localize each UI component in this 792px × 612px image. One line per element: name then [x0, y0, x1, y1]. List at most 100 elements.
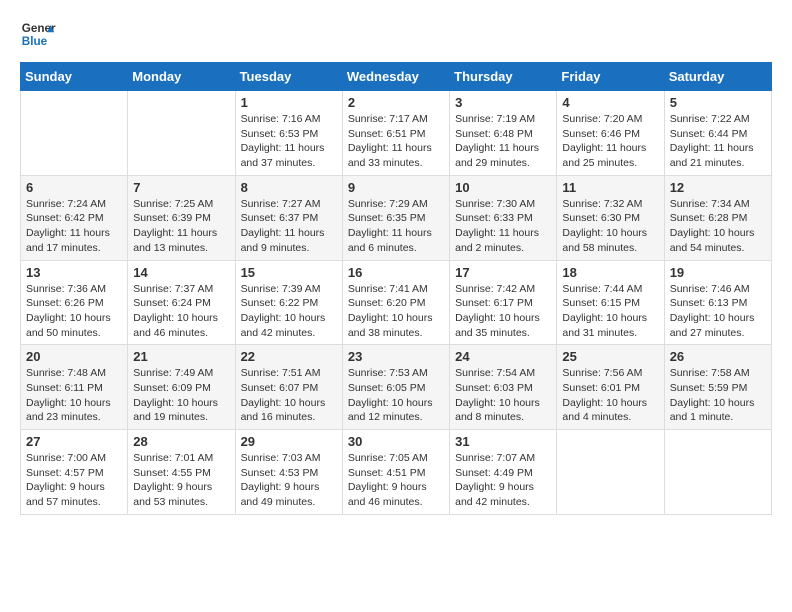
calendar-cell: 28 Sunrise: 7:01 AMSunset: 4:55 PMDayligh…: [128, 430, 235, 515]
day-number: 29: [241, 434, 337, 449]
weekday-header-row: SundayMondayTuesdayWednesdayThursdayFrid…: [21, 63, 772, 91]
day-number: 22: [241, 349, 337, 364]
day-info: Sunrise: 7:00 AMSunset: 4:57 PMDaylight:…: [26, 451, 122, 510]
day-info: Sunrise: 7:56 AMSunset: 6:01 PMDaylight:…: [562, 366, 658, 425]
day-info: Sunrise: 7:49 AMSunset: 6:09 PMDaylight:…: [133, 366, 229, 425]
calendar-cell: 15 Sunrise: 7:39 AMSunset: 6:22 PMDayligh…: [235, 260, 342, 345]
day-number: 11: [562, 180, 658, 195]
day-number: 26: [670, 349, 766, 364]
calendar-table: SundayMondayTuesdayWednesdayThursdayFrid…: [20, 62, 772, 515]
calendar-cell: 10 Sunrise: 7:30 AMSunset: 6:33 PMDayligh…: [450, 175, 557, 260]
calendar-cell: 26 Sunrise: 7:58 AMSunset: 5:59 PMDayligh…: [664, 345, 771, 430]
calendar-cell: 31 Sunrise: 7:07 AMSunset: 4:49 PMDayligh…: [450, 430, 557, 515]
day-number: 17: [455, 265, 551, 280]
day-info: Sunrise: 7:46 AMSunset: 6:13 PMDaylight:…: [670, 282, 766, 341]
calendar-week-row: 6 Sunrise: 7:24 AMSunset: 6:42 PMDaylight…: [21, 175, 772, 260]
day-info: Sunrise: 7:54 AMSunset: 6:03 PMDaylight:…: [455, 366, 551, 425]
calendar-cell: 19 Sunrise: 7:46 AMSunset: 6:13 PMDayligh…: [664, 260, 771, 345]
calendar-cell: 27 Sunrise: 7:00 AMSunset: 4:57 PMDayligh…: [21, 430, 128, 515]
day-info: Sunrise: 7:39 AMSunset: 6:22 PMDaylight:…: [241, 282, 337, 341]
weekday-header-wednesday: Wednesday: [342, 63, 449, 91]
day-number: 18: [562, 265, 658, 280]
calendar-cell: 12 Sunrise: 7:34 AMSunset: 6:28 PMDayligh…: [664, 175, 771, 260]
calendar-cell: [128, 91, 235, 176]
day-info: Sunrise: 7:29 AMSunset: 6:35 PMDaylight:…: [348, 197, 444, 256]
day-number: 1: [241, 95, 337, 110]
day-number: 5: [670, 95, 766, 110]
calendar-cell: [557, 430, 664, 515]
day-info: Sunrise: 7:24 AMSunset: 6:42 PMDaylight:…: [26, 197, 122, 256]
calendar-cell: 7 Sunrise: 7:25 AMSunset: 6:39 PMDaylight…: [128, 175, 235, 260]
weekday-header-tuesday: Tuesday: [235, 63, 342, 91]
day-info: Sunrise: 7:16 AMSunset: 6:53 PMDaylight:…: [241, 112, 337, 171]
day-number: 8: [241, 180, 337, 195]
header: General Blue: [20, 16, 772, 52]
day-info: Sunrise: 7:17 AMSunset: 6:51 PMDaylight:…: [348, 112, 444, 171]
day-number: 28: [133, 434, 229, 449]
calendar-cell: 9 Sunrise: 7:29 AMSunset: 6:35 PMDaylight…: [342, 175, 449, 260]
calendar-week-row: 1 Sunrise: 7:16 AMSunset: 6:53 PMDaylight…: [21, 91, 772, 176]
calendar-cell: 18 Sunrise: 7:44 AMSunset: 6:15 PMDayligh…: [557, 260, 664, 345]
weekday-header-friday: Friday: [557, 63, 664, 91]
day-info: Sunrise: 7:32 AMSunset: 6:30 PMDaylight:…: [562, 197, 658, 256]
day-number: 21: [133, 349, 229, 364]
day-info: Sunrise: 7:30 AMSunset: 6:33 PMDaylight:…: [455, 197, 551, 256]
calendar-cell: 20Sunrise: 7:48 AMSunset: 6:11 PMDayligh…: [21, 345, 128, 430]
day-number: 19: [670, 265, 766, 280]
svg-text:Blue: Blue: [22, 35, 48, 48]
weekday-header-saturday: Saturday: [664, 63, 771, 91]
day-number: 2: [348, 95, 444, 110]
day-number: 12: [670, 180, 766, 195]
day-info: Sunrise: 7:37 AMSunset: 6:24 PMDaylight:…: [133, 282, 229, 341]
calendar-cell: 16 Sunrise: 7:41 AMSunset: 6:20 PMDayligh…: [342, 260, 449, 345]
day-number: 10: [455, 180, 551, 195]
day-info: Sunrise: 7:27 AMSunset: 6:37 PMDaylight:…: [241, 197, 337, 256]
day-number: 4: [562, 95, 658, 110]
calendar-cell: [21, 91, 128, 176]
day-number: 7: [133, 180, 229, 195]
day-info: Sunrise: 7:25 AMSunset: 6:39 PMDaylight:…: [133, 197, 229, 256]
calendar-cell: 2 Sunrise: 7:17 AMSunset: 6:51 PMDaylight…: [342, 91, 449, 176]
day-info: Sunrise: 7:05 AMSunset: 4:51 PMDaylight:…: [348, 451, 444, 510]
calendar-cell: 6 Sunrise: 7:24 AMSunset: 6:42 PMDaylight…: [21, 175, 128, 260]
calendar-cell: 13Sunrise: 7:36 AMSunset: 6:26 PMDayligh…: [21, 260, 128, 345]
calendar-week-row: 20Sunrise: 7:48 AMSunset: 6:11 PMDayligh…: [21, 345, 772, 430]
calendar-week-row: 13Sunrise: 7:36 AMSunset: 6:26 PMDayligh…: [21, 260, 772, 345]
day-info: Sunrise: 7:41 AMSunset: 6:20 PMDaylight:…: [348, 282, 444, 341]
day-number: 15: [241, 265, 337, 280]
day-number: 9: [348, 180, 444, 195]
day-info: Sunrise: 7:44 AMSunset: 6:15 PMDaylight:…: [562, 282, 658, 341]
day-info: Sunrise: 7:36 AMSunset: 6:26 PMDaylight:…: [26, 282, 122, 341]
calendar-cell: 23Sunrise: 7:53 AMSunset: 6:05 PMDayligh…: [342, 345, 449, 430]
day-info: Sunrise: 7:51 AMSunset: 6:07 PMDaylight:…: [241, 366, 337, 425]
day-number: 27: [26, 434, 122, 449]
day-info: Sunrise: 7:01 AMSunset: 4:55 PMDaylight:…: [133, 451, 229, 510]
calendar-cell: 24 Sunrise: 7:54 AMSunset: 6:03 PMDayligh…: [450, 345, 557, 430]
calendar-cell: 4 Sunrise: 7:20 AMSunset: 6:46 PMDaylight…: [557, 91, 664, 176]
day-info: Sunrise: 7:19 AMSunset: 6:48 PMDaylight:…: [455, 112, 551, 171]
day-info: Sunrise: 7:48 AMSunset: 6:11 PMDaylight:…: [26, 366, 122, 425]
day-number: 6: [26, 180, 122, 195]
day-number: 31: [455, 434, 551, 449]
day-info: Sunrise: 7:34 AMSunset: 6:28 PMDaylight:…: [670, 197, 766, 256]
day-info: Sunrise: 7:20 AMSunset: 6:46 PMDaylight:…: [562, 112, 658, 171]
weekday-header-sunday: Sunday: [21, 63, 128, 91]
calendar-cell: 14 Sunrise: 7:37 AMSunset: 6:24 PMDayligh…: [128, 260, 235, 345]
day-number: 14: [133, 265, 229, 280]
calendar-cell: 1 Sunrise: 7:16 AMSunset: 6:53 PMDaylight…: [235, 91, 342, 176]
calendar-cell: [664, 430, 771, 515]
logo-icon: General Blue: [20, 16, 56, 52]
calendar-cell: 8 Sunrise: 7:27 AMSunset: 6:37 PMDaylight…: [235, 175, 342, 260]
calendar-cell: 11 Sunrise: 7:32 AMSunset: 6:30 PMDayligh…: [557, 175, 664, 260]
day-number: 23: [348, 349, 444, 364]
day-info: Sunrise: 7:07 AMSunset: 4:49 PMDaylight:…: [455, 451, 551, 510]
day-number: 30: [348, 434, 444, 449]
calendar-cell: 29Sunrise: 7:03 AMSunset: 4:53 PMDayligh…: [235, 430, 342, 515]
day-info: Sunrise: 7:58 AMSunset: 5:59 PMDaylight:…: [670, 366, 766, 425]
calendar-cell: 17Sunrise: 7:42 AMSunset: 6:17 PMDayligh…: [450, 260, 557, 345]
weekday-header-monday: Monday: [128, 63, 235, 91]
day-number: 24: [455, 349, 551, 364]
day-number: 16: [348, 265, 444, 280]
weekday-header-thursday: Thursday: [450, 63, 557, 91]
calendar-cell: 3Sunrise: 7:19 AMSunset: 6:48 PMDaylight…: [450, 91, 557, 176]
